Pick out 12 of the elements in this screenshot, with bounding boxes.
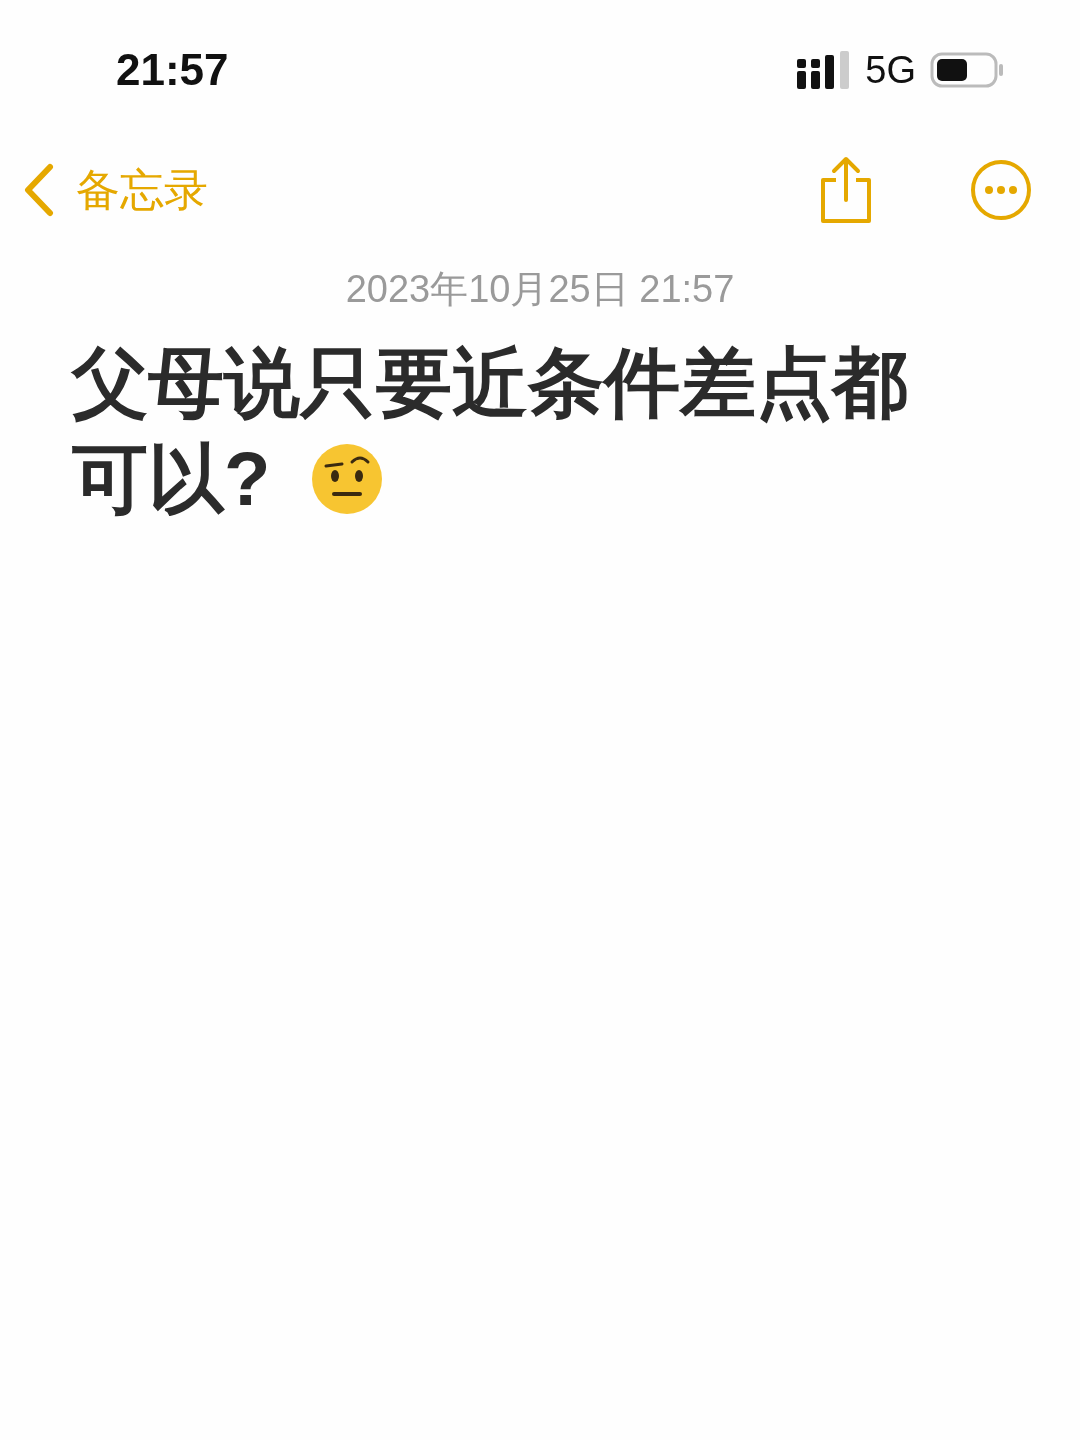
signal-icon xyxy=(797,51,852,89)
emoji-icon xyxy=(310,442,385,516)
back-button[interactable]: 备忘录 xyxy=(22,160,208,220)
note-date: 2023年10月25日 21:57 xyxy=(344,267,736,312)
battery-icon xyxy=(930,52,1004,88)
network-label: 5G xyxy=(865,48,916,92)
more-icon[interactable] xyxy=(970,159,1032,221)
note-title: 父母说只要近条件差点都 xyxy=(72,339,908,427)
chevron-icon xyxy=(22,163,56,217)
share-icon[interactable] xyxy=(818,156,874,224)
note-title: 可以? xyxy=(72,435,271,523)
status-time: 21:57 xyxy=(116,45,229,95)
